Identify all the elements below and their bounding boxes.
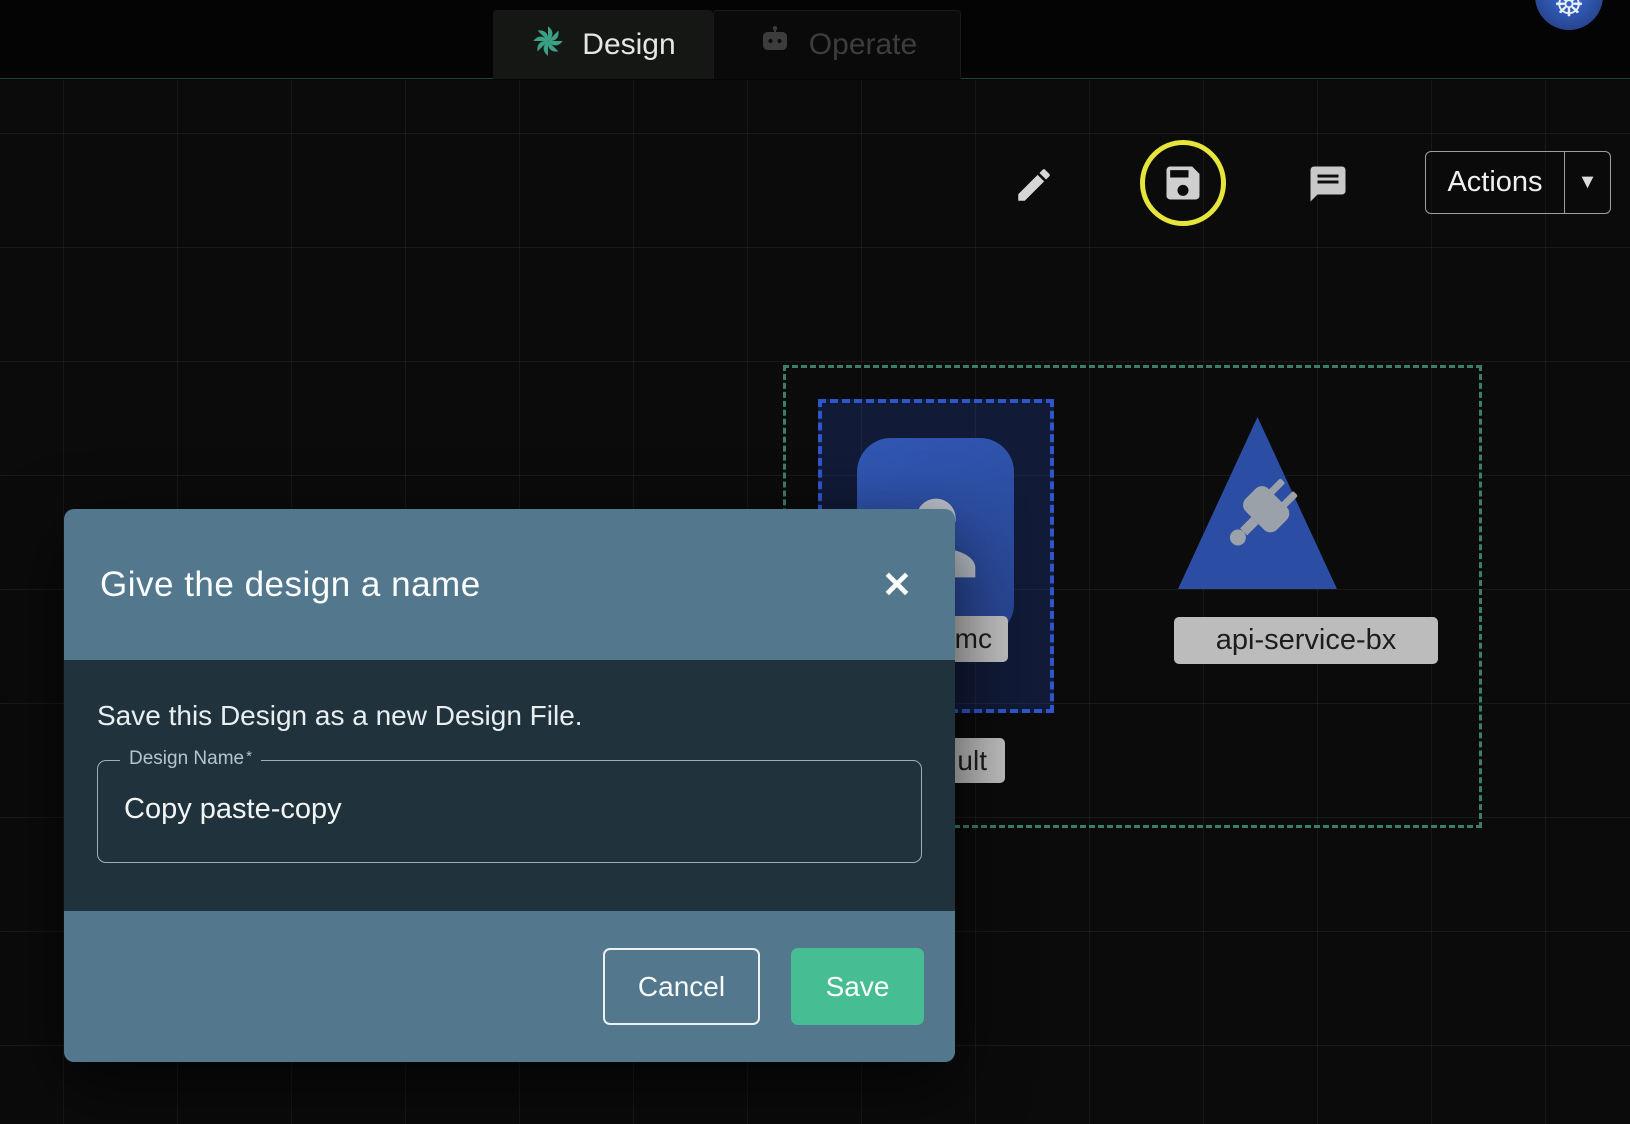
save-highlight-ring (1140, 140, 1226, 226)
user-avatar[interactable]: ☸ (1535, 0, 1603, 30)
design-name-field-label: Design Name* (120, 748, 261, 770)
save-design-modal: Give the design a name ✕ Save this Desig… (64, 509, 955, 1062)
actions-button[interactable]: Actions (1426, 152, 1564, 213)
tab-operate[interactable]: Operate (713, 10, 961, 79)
design-name-label-text: Design Name (129, 748, 244, 769)
mode-tabs: Design Operate (493, 10, 961, 79)
required-marker: * (246, 748, 252, 765)
close-icon: ✕ (882, 564, 912, 606)
chevron-down-icon: ▼ (1578, 171, 1598, 194)
actions-dropdown-button[interactable]: ▼ (1564, 152, 1610, 213)
modal-description: Save this Design as a new Design File. (97, 700, 922, 732)
edit-button[interactable] (1011, 162, 1057, 208)
design-name-input[interactable] (124, 761, 895, 857)
pencil-icon (1013, 164, 1055, 206)
actions-split-button: Actions ▼ (1425, 151, 1611, 214)
modal-body: Save this Design as a new Design File. D… (64, 660, 955, 911)
modal-header: Give the design a name ✕ (64, 509, 955, 660)
api-service-label-text: api-service-bx (1216, 624, 1397, 657)
api-service-node[interactable] (1176, 415, 1339, 591)
tab-design[interactable]: Design (493, 10, 713, 79)
tab-operate-label: Operate (809, 28, 917, 62)
save-design-button[interactable] (1160, 160, 1206, 206)
floppy-disk-icon (1161, 161, 1205, 205)
api-service-node-label[interactable]: api-service-bx (1174, 617, 1438, 664)
comment-button[interactable] (1305, 161, 1351, 207)
meshery-logo-icon (530, 23, 566, 67)
design-name-field-outline: Design Name* (97, 760, 922, 863)
top-navigation: Design Operate ☸ (0, 0, 1630, 79)
robot-icon (757, 23, 793, 67)
user-node-label-text: mc (955, 623, 992, 655)
modal-footer: Cancel Save (64, 911, 955, 1062)
close-button[interactable]: ✕ (875, 563, 919, 607)
tab-design-label: Design (582, 28, 675, 62)
comment-icon (1307, 163, 1349, 205)
modal-title: Give the design a name (100, 565, 481, 605)
hidden-node-label-text: ult (957, 745, 987, 777)
kubernetes-wheel-icon: ☸ (1554, 0, 1584, 22)
cancel-button[interactable]: Cancel (603, 948, 760, 1025)
save-button[interactable]: Save (791, 948, 924, 1025)
